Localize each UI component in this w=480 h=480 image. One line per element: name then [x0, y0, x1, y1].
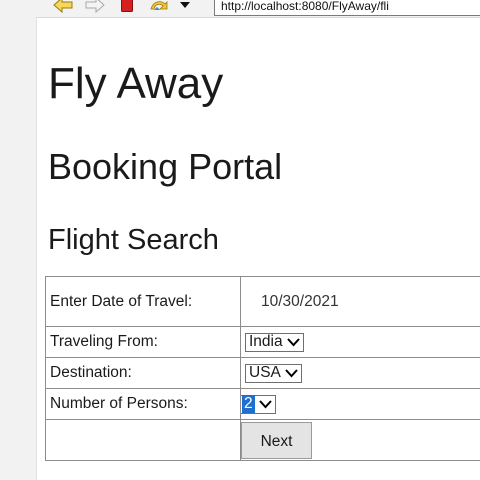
from-label: Traveling From:: [45, 326, 241, 358]
date-row: Enter Date of Travel: 10/30/2021: [45, 276, 480, 327]
chevron-down-icon: [286, 337, 300, 346]
from-select[interactable]: India: [245, 332, 304, 352]
chevron-down-icon: [258, 399, 272, 408]
destination-cell: USA: [240, 357, 480, 389]
chevron-down-icon: [285, 368, 298, 377]
destination-row: Destination: USA: [45, 357, 480, 389]
from-cell: India: [240, 326, 480, 358]
submit-cell: Next: [240, 419, 480, 461]
refresh-icon[interactable]: [146, 0, 172, 13]
persons-row: Number of Persons: 2: [45, 388, 480, 420]
date-cell: 10/30/2021: [240, 276, 480, 327]
browser-left-margin: [0, 0, 37, 480]
dropdown-icon[interactable]: [176, 0, 194, 13]
flight-search-form: Enter Date of Travel: 10/30/2021 Traveli…: [45, 276, 480, 461]
next-button[interactable]: Next: [241, 421, 312, 459]
page-title: Fly Away: [48, 59, 224, 108]
date-label: Enter Date of Travel:: [45, 276, 241, 327]
portal-heading: Booking Portal: [48, 146, 283, 187]
browser-toolbar: http://localhost:8080/FlyAway/fli: [36, 0, 480, 18]
back-arrow-icon[interactable]: [50, 0, 76, 13]
destination-label: Destination:: [45, 357, 241, 389]
address-bar[interactable]: http://localhost:8080/FlyAway/fli: [214, 0, 480, 16]
submit-row: Next: [45, 419, 480, 461]
flight-search-heading: Flight Search: [48, 224, 219, 256]
from-row: Traveling From: India: [45, 326, 480, 358]
destination-select-value: USA: [249, 364, 281, 381]
persons-label: Number of Persons:: [45, 388, 241, 420]
persons-cell: 2: [240, 388, 480, 420]
from-select-value: India: [249, 333, 283, 350]
forward-arrow-icon[interactable]: [84, 0, 106, 13]
persons-select-value: 2: [242, 395, 255, 413]
empty-cell: [45, 419, 241, 461]
date-input[interactable]: 10/30/2021: [245, 293, 339, 310]
destination-select[interactable]: USA: [245, 363, 302, 383]
stop-icon[interactable]: [119, 0, 135, 13]
persons-select[interactable]: 2: [241, 394, 276, 414]
